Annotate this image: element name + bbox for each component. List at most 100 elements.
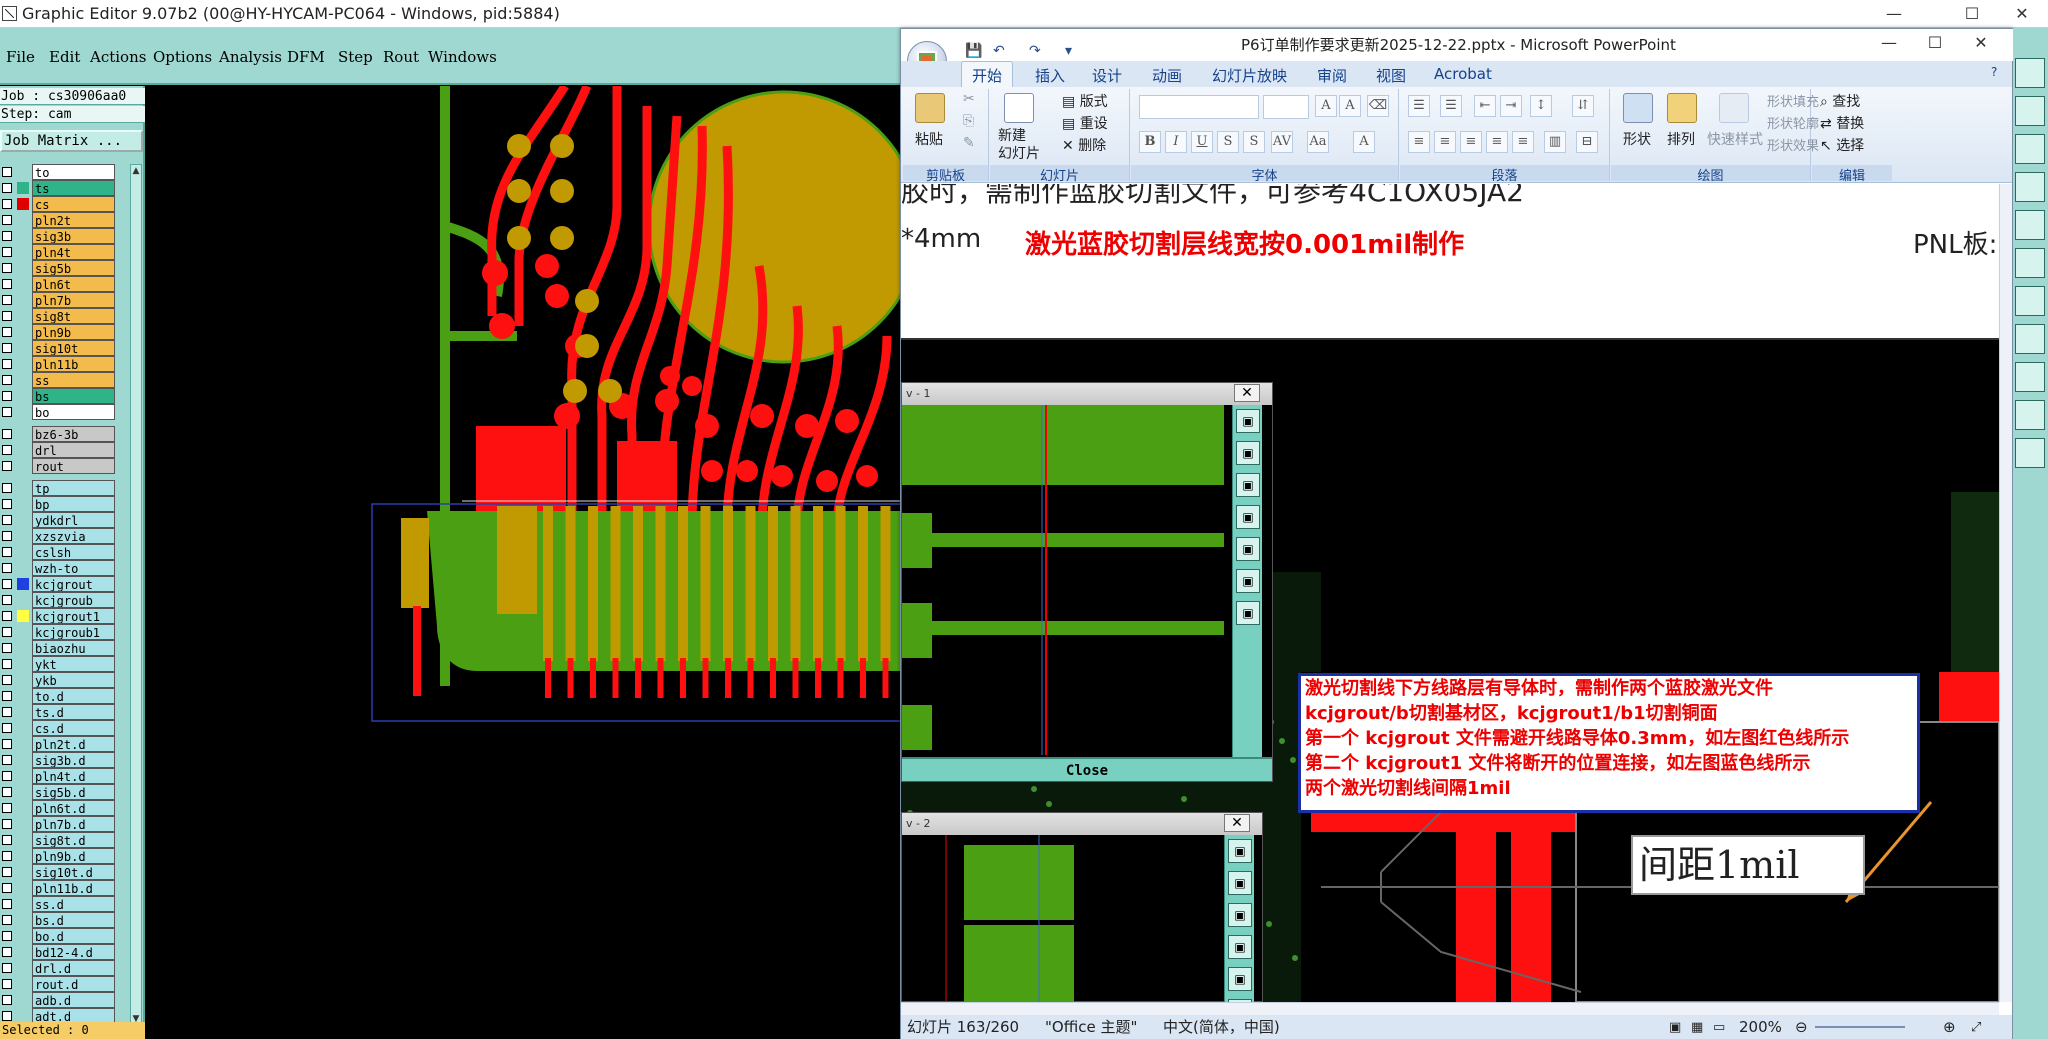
- layer-row[interactable]: biaozhu: [0, 640, 118, 656]
- layer-name[interactable]: ss.d: [32, 896, 115, 912]
- layer-checkbox[interactable]: [2, 499, 12, 509]
- layer-checkbox[interactable]: [2, 915, 12, 925]
- zoom-slider[interactable]: [1815, 1026, 1905, 1028]
- tab-design[interactable]: 设计: [1092, 65, 1122, 86]
- layer-checkbox[interactable]: [2, 771, 12, 781]
- layer-row[interactable]: sig10t: [0, 340, 118, 356]
- layer-name[interactable]: wzh-to: [32, 560, 115, 576]
- bold-icon[interactable]: B: [1139, 131, 1161, 153]
- layer-name[interactable]: bz6-3b: [32, 426, 115, 442]
- layer-checkbox[interactable]: [2, 391, 12, 401]
- ge-side-tool-button[interactable]: [2015, 58, 2045, 88]
- layer-row[interactable]: pln4t.d: [0, 768, 118, 784]
- view-tool-button[interactable]: ▣: [1236, 505, 1260, 529]
- paste-icon[interactable]: [915, 93, 945, 123]
- layer-row[interactable]: ykb: [0, 672, 118, 688]
- layer-name[interactable]: ss: [32, 372, 115, 388]
- layer-checkbox[interactable]: [2, 595, 12, 605]
- layer-row[interactable]: bd12-4.d: [0, 944, 118, 960]
- delete-button[interactable]: ✕ 删除: [1062, 135, 1106, 155]
- layer-name[interactable]: bs.d: [32, 912, 115, 928]
- layer-checkbox[interactable]: [2, 167, 12, 177]
- layer-checkbox[interactable]: [2, 739, 12, 749]
- shrink-font-icon[interactable]: A: [1339, 95, 1361, 117]
- normal-view-icon[interactable]: ▣: [1669, 1015, 1681, 1039]
- layer-row[interactable]: to: [0, 164, 118, 180]
- layer-name[interactable]: cs: [32, 196, 115, 212]
- layer-name[interactable]: sig8t.d: [32, 832, 115, 848]
- layer-name[interactable]: bp: [32, 496, 115, 512]
- layer-name[interactable]: ykb: [32, 672, 115, 688]
- quick-styles-icon[interactable]: [1719, 93, 1749, 123]
- layer-name[interactable]: pln2t: [32, 212, 115, 228]
- arrange-button[interactable]: 排列: [1667, 129, 1695, 149]
- layer-row[interactable]: bs.d: [0, 912, 118, 928]
- layer-checkbox[interactable]: [2, 343, 12, 353]
- layer-checkbox[interactable]: [2, 461, 12, 471]
- help-icon[interactable]: ?: [1991, 65, 1997, 79]
- layer-row[interactable]: sig5b: [0, 260, 118, 276]
- layer-checkbox[interactable]: [2, 611, 12, 621]
- layer-name[interactable]: ydkdrl: [32, 512, 115, 528]
- view-tool-button[interactable]: ▣: [1236, 441, 1260, 465]
- layer-checkbox[interactable]: [2, 819, 12, 829]
- layer-checkbox[interactable]: [2, 547, 12, 557]
- layer-name[interactable]: pln6t.d: [32, 800, 115, 816]
- layer-checkbox[interactable]: [2, 691, 12, 701]
- shapes-icon[interactable]: [1623, 93, 1653, 123]
- layer-checkbox[interactable]: [2, 803, 12, 813]
- shadow-icon[interactable]: S: [1243, 131, 1265, 153]
- view1-close-icon[interactable]: ✕: [1234, 384, 1260, 402]
- layer-name[interactable]: pln7b: [32, 292, 115, 308]
- view-tool-button[interactable]: ▣: [1236, 409, 1260, 433]
- ppt-close-button[interactable]: ✕: [1959, 29, 2003, 57]
- ge-side-tool-button[interactable]: [2015, 438, 2045, 468]
- layer-checkbox[interactable]: [2, 675, 12, 685]
- arrange-icon[interactable]: [1667, 93, 1697, 123]
- layer-checkbox[interactable]: [2, 215, 12, 225]
- layer-row[interactable]: pln9b.d: [0, 848, 118, 864]
- tab-acrobat[interactable]: Acrobat: [1434, 65, 1492, 83]
- layer-checkbox[interactable]: [2, 707, 12, 717]
- layer-checkbox[interactable]: [2, 327, 12, 337]
- slideshow-view-icon[interactable]: ▭: [1713, 1015, 1725, 1039]
- layer-checkbox[interactable]: [2, 359, 12, 369]
- layer-checkbox[interactable]: [2, 375, 12, 385]
- layer-checkbox[interactable]: [2, 899, 12, 909]
- layer-row[interactable]: pln2t.d: [0, 736, 118, 752]
- cut-icon[interactable]: ✂: [963, 91, 975, 107]
- layer-checkbox[interactable]: [2, 295, 12, 305]
- layer-row[interactable]: kcjgroub1: [0, 624, 118, 640]
- distribute-icon[interactable]: ≡: [1512, 131, 1534, 153]
- view-tool-button[interactable]: ▣: [1236, 569, 1260, 593]
- job-matrix-button[interactable]: Job Matrix ...: [0, 130, 143, 152]
- layer-checkbox[interactable]: [2, 483, 12, 493]
- menu-edit[interactable]: Edit: [49, 48, 80, 66]
- reset-button[interactable]: ▤ 重设: [1062, 113, 1108, 133]
- layer-row[interactable]: pln6t: [0, 276, 118, 292]
- layer-checkbox[interactable]: [2, 579, 12, 589]
- underline-icon[interactable]: U: [1191, 131, 1213, 153]
- layer-checkbox[interactable]: [2, 263, 12, 273]
- layer-name[interactable]: bo: [32, 404, 115, 420]
- layer-checkbox[interactable]: [2, 531, 12, 541]
- layer-name[interactable]: kcjgroub: [32, 592, 115, 608]
- ge-side-tool-button[interactable]: [2015, 210, 2045, 240]
- layer-name[interactable]: pln11b: [32, 356, 115, 372]
- view-tool-button[interactable]: ▣: [1236, 473, 1260, 497]
- layer-name[interactable]: adb.d: [32, 992, 115, 1008]
- layer-row[interactable]: ts.d: [0, 704, 118, 720]
- quick-styles-button[interactable]: 快速样式: [1707, 129, 1763, 149]
- layer-name[interactable]: drl: [32, 442, 115, 458]
- layer-name[interactable]: pln4t.d: [32, 768, 115, 784]
- layer-row[interactable]: drl.d: [0, 960, 118, 976]
- copy-icon[interactable]: ⎘: [963, 113, 974, 129]
- layer-name[interactable]: pln6t: [32, 276, 115, 292]
- decrease-indent-icon[interactable]: ⇤: [1474, 95, 1496, 117]
- layer-name[interactable]: cs.d: [32, 720, 115, 736]
- layer-checkbox[interactable]: [2, 627, 12, 637]
- layer-name[interactable]: ts: [32, 180, 115, 196]
- zoom-level[interactable]: 200%: [1739, 1015, 1782, 1039]
- layer-row[interactable]: ydkdrl: [0, 512, 118, 528]
- layer-checkbox[interactable]: [2, 515, 12, 525]
